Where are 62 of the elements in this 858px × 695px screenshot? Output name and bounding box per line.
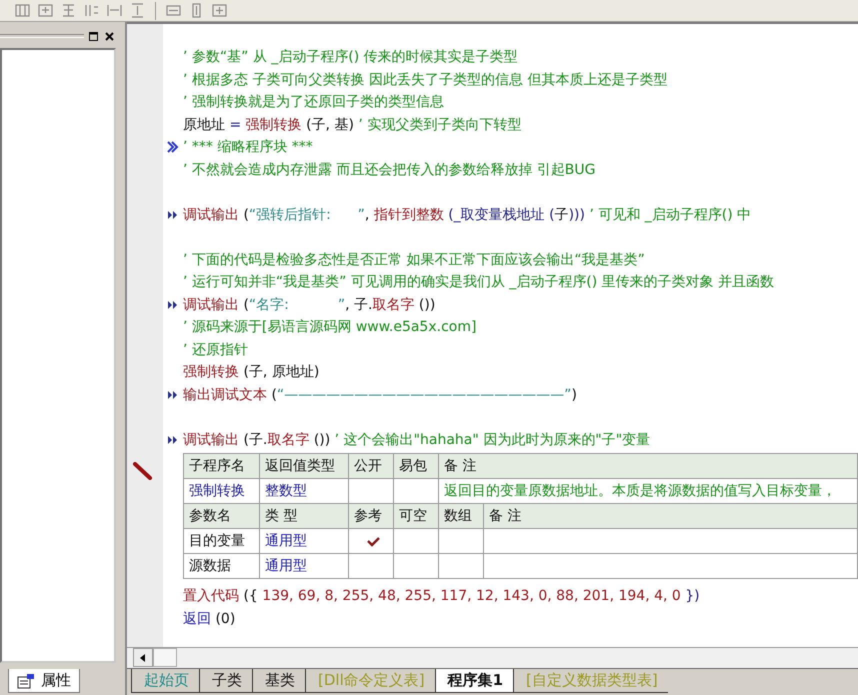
table-header-cell: 参数名 xyxy=(184,504,260,529)
table-cell xyxy=(349,479,394,504)
toolbar-layout-icon[interactable] xyxy=(83,2,100,19)
code-line: 调试输出 (“名字: ”, 子.取名字 ()) xyxy=(183,296,436,314)
toolbar-layout-icon[interactable] xyxy=(106,2,123,19)
double-arrow-icon xyxy=(168,390,178,399)
table-header-cell: 类 型 xyxy=(260,504,349,529)
table-cell: 返回目的变量原数据地址。本质是将源数据的值写入目标变量， xyxy=(439,479,858,504)
code-line: ’ 强制转换就是为了还原回子类的类型信息 xyxy=(183,93,444,112)
double-arrow-icon xyxy=(168,210,178,219)
code-line: ’ 源码来源于[易语言源码网 www.e5a5x.com] xyxy=(183,318,476,336)
table-header-cell: 备 注 xyxy=(484,504,858,529)
double-arrow-icon xyxy=(168,300,178,309)
code-line: 置入代码 ({ 139, 69, 8, 255, 48, 255, 117, 12, 143, 0, 88, 201, 194, 4, 0 }) xyxy=(183,587,700,606)
table-header-cell: 数组 xyxy=(439,504,484,529)
code-line: 强制转换 (子, 原地址) xyxy=(183,363,320,382)
double-chevron-icon[interactable] xyxy=(167,141,179,154)
code-line: ’ 下面的代码是检验多态性是否正常 如果不正常下面应该会输出“我是基类” xyxy=(183,250,645,269)
code-line: ’ 还原指针 xyxy=(183,340,248,359)
code-line: ’ 运行可知并非“我是基类” 可见调用的确实是我们从 _启动子程序() 里传来的子类对象 并且函数 xyxy=(183,273,774,292)
editor-tab[interactable]: 子类 xyxy=(199,669,252,693)
editor-tab[interactable]: 程序集1 xyxy=(434,669,514,693)
properties-tab[interactable]: 属性 xyxy=(8,669,80,693)
close-button[interactable] xyxy=(103,30,116,42)
table-cell: 目的变量 xyxy=(184,529,260,554)
code-line: 输出调试文本 (“————————————————————”) xyxy=(183,386,577,404)
double-arrow-icon xyxy=(168,436,178,444)
code-line: 调试输出 (子.取名字 ()) ’ 这个会输出"hahaha" 因为此时为原来的"子"变量 xyxy=(183,430,650,449)
table-cell xyxy=(439,529,484,554)
table-cell xyxy=(439,554,484,579)
code-line: ’ 参数“基” 从 _启动子程序() 传来的时候其实是子类型 xyxy=(183,48,518,66)
code-line: 返回 (0) xyxy=(183,610,236,628)
code-line: ’ *** 缩略程序块 *** xyxy=(183,138,313,156)
code-line: ’ 不然就会造成内存泄露 而且还会把传入的参数给释放掉 引起BUG xyxy=(183,160,596,179)
table-cell: 强制转换 xyxy=(184,479,260,504)
left-arrow-icon xyxy=(140,654,146,662)
table-cell: 源数据 xyxy=(184,554,260,579)
table-cell: 整数型 xyxy=(260,479,349,504)
toolbar-layout-icon[interactable] xyxy=(60,2,77,19)
table-header-cell: 公开 xyxy=(349,454,394,479)
table-header-cell: 返回值类型 xyxy=(260,454,349,479)
editor-tab[interactable]: 基类 xyxy=(252,669,305,693)
table-cell: 通用型 xyxy=(260,554,349,579)
scroll-left-button[interactable] xyxy=(133,648,153,667)
properties-icon xyxy=(17,672,35,688)
toolbar-layout-icon[interactable] xyxy=(14,2,31,19)
table-header-cell: 备 注 xyxy=(439,454,858,479)
table-header-cell: 子程序名 xyxy=(184,454,260,479)
table-header-cell: 参考 xyxy=(349,504,394,529)
code-line: 原地址 = 强制转换 (子, 基) ’ 实现父类到子类向下转型 xyxy=(183,116,522,134)
table-cell: 通用型 xyxy=(260,529,349,554)
table-header-cell: 可空 xyxy=(394,504,439,529)
toolbar-layout-icon[interactable] xyxy=(129,2,146,19)
code-line: ’ 根据多态 子类可向父类转换 因此丢失了子类型的信息 但其本质上还是子类型 xyxy=(183,70,668,89)
table-cell xyxy=(394,554,439,579)
toolbar-layout-icon[interactable] xyxy=(37,2,54,19)
pencil-icon xyxy=(133,462,153,480)
table-cell xyxy=(394,479,439,504)
scrollbar-thumb[interactable] xyxy=(153,648,177,667)
toolbar-layout-icon[interactable] xyxy=(211,2,228,19)
table-header-cell: 易包 xyxy=(394,454,439,479)
code-line: 调试输出 (“强转后指针: ”, 指针到整数 (_取变量栈地址 (子))) ’ 可见和 _启动子程序() 中 xyxy=(183,206,752,224)
